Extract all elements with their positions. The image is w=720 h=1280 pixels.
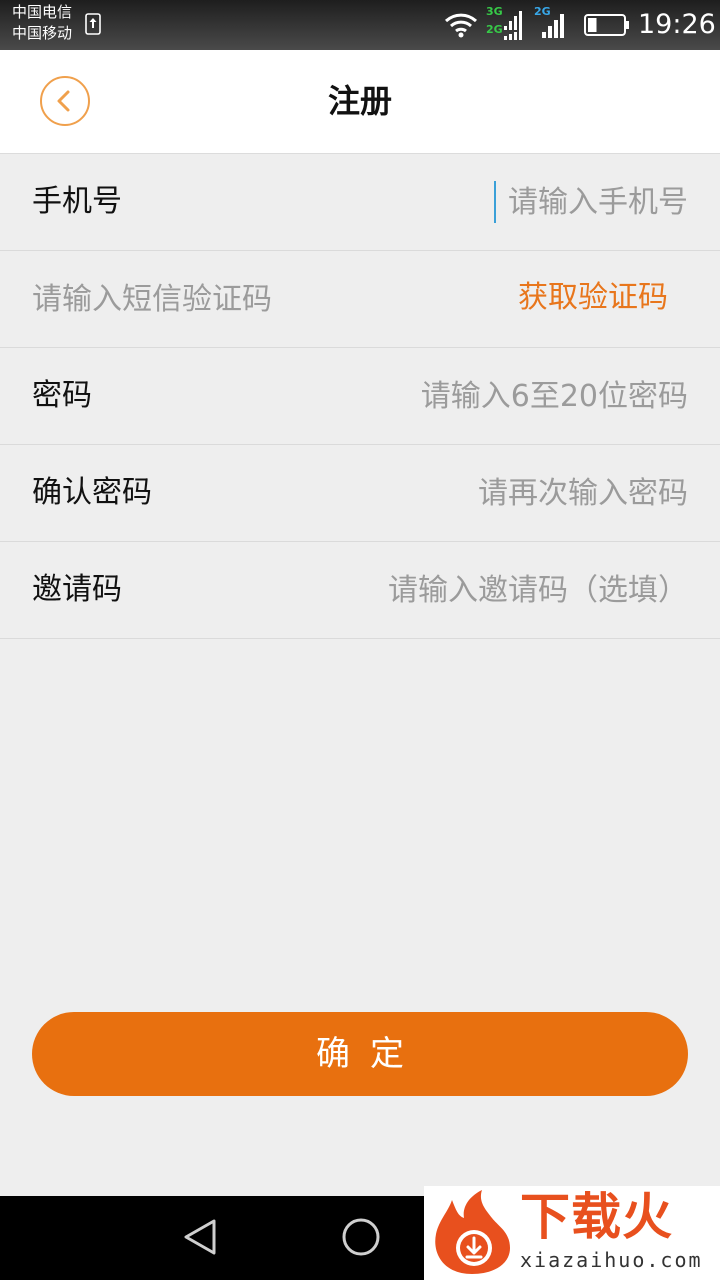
invite-code-label: 邀请码 — [32, 572, 122, 607]
confirm-password-label: 确认密码 — [32, 475, 152, 510]
password-label: 密码 — [32, 378, 92, 413]
wifi-icon — [444, 13, 478, 38]
battery-icon — [584, 14, 629, 36]
status-bar: 中国电信 中国移动 3G 2G 2G 19:26 — [0, 0, 720, 50]
confirm-button[interactable]: 确定 — [32, 1012, 688, 1096]
carrier-2-label: 中国移动 — [12, 24, 73, 42]
watermark-title: 下载火 — [520, 1188, 673, 1246]
phone-label: 手机号 — [32, 184, 122, 219]
password-row: 密码 — [0, 348, 720, 445]
flame-logo-icon — [435, 1190, 510, 1274]
watermark-domain: xiazaihuo.com — [520, 1248, 703, 1272]
watermark: 下载火 xiazaihuo.com — [424, 1186, 720, 1280]
signal-icon — [542, 14, 564, 38]
page-title: 注册 — [327, 82, 392, 120]
confirm-password-row: 确认密码 — [0, 445, 720, 542]
sms-code-input[interactable] — [32, 277, 432, 321]
confirm-password-input[interactable] — [268, 471, 688, 515]
invite-code-row: 邀请码 — [0, 542, 720, 639]
text-caret — [494, 181, 496, 223]
get-code-button[interactable]: 获取验证码 — [518, 278, 668, 318]
phone-row: 手机号 — [0, 154, 720, 251]
register-form: 手机号 获取验证码 密码 确认密码 邀请码 — [0, 154, 720, 639]
sms-row: 获取验证码 — [0, 251, 720, 348]
carrier-1-label: 中国电信 — [12, 3, 73, 21]
phone-input[interactable] — [268, 180, 688, 224]
clock: 19:26 — [638, 9, 716, 40]
upload-icon — [85, 13, 101, 35]
password-input[interactable] — [268, 374, 688, 418]
signal-icon — [504, 11, 522, 40]
register-screen: 中国电信 中国移动 3G 2G 2G 19:26 注册 手机号 请输入手机号 请… — [0, 0, 720, 1280]
home-circle-icon[interactable] — [340, 1216, 382, 1258]
header: 注册 — [0, 50, 720, 154]
invite-code-input[interactable] — [268, 568, 688, 612]
back-triangle-icon[interactable] — [180, 1216, 220, 1258]
